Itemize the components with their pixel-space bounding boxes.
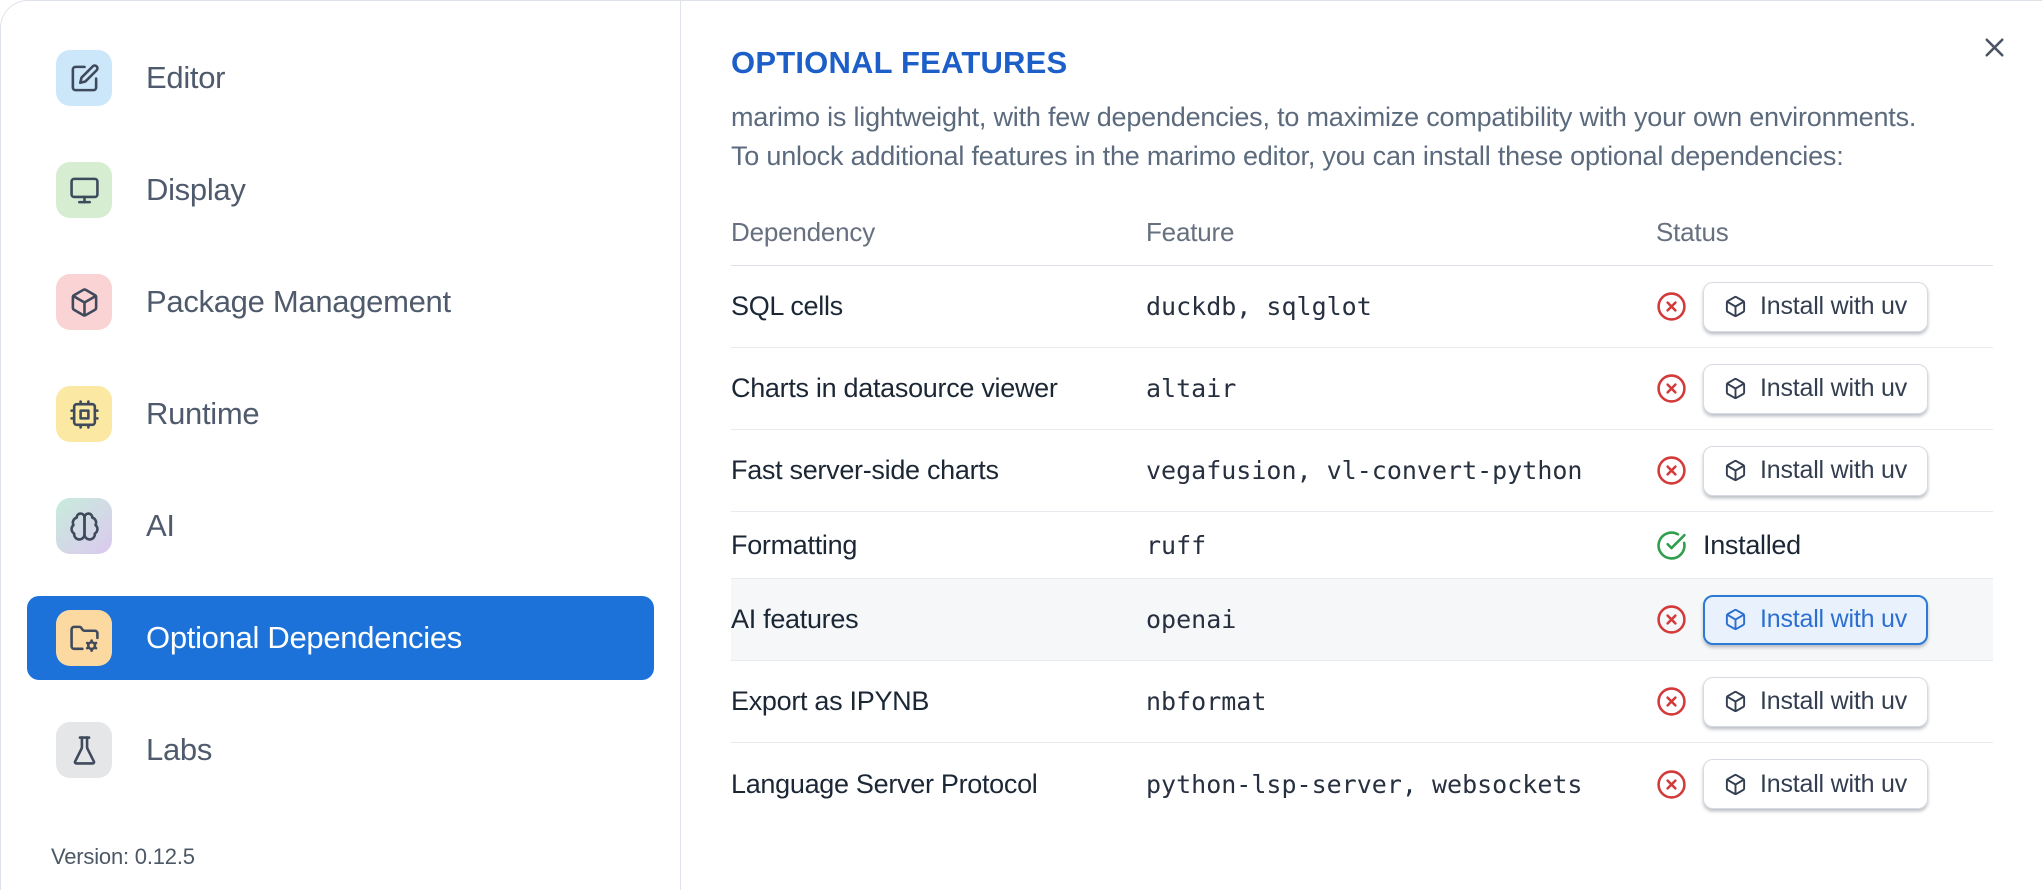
status-cell: Install with uv: [1656, 281, 1993, 332]
installed-check-icon: [1656, 530, 1687, 561]
dependency-cell: SQL cells: [731, 291, 843, 321]
table-header-row: Dependency Feature Status: [731, 200, 1993, 266]
sidebar-item-ai[interactable]: AI: [27, 484, 654, 568]
table-row: Export as IPYNB nbformat Install with uv: [731, 661, 1993, 743]
dependency-cell: Fast server-side charts: [731, 455, 999, 485]
sidebar-item-labs[interactable]: Labs: [27, 708, 654, 792]
brain-icon: [56, 498, 112, 554]
install-button-label: Install with uv: [1760, 769, 1908, 798]
status-cell: Install with uv: [1656, 594, 1993, 645]
sidebar-item-label: Display: [146, 172, 246, 207]
close-button[interactable]: [1974, 27, 2014, 67]
table-row: Charts in datasource viewer altair Install…: [731, 348, 1993, 430]
sidebar-item-label: Package Management: [146, 284, 451, 319]
not-installed-icon: [1656, 291, 1687, 322]
sidebar-item-optional-dependencies[interactable]: Optional Dependencies: [27, 596, 654, 680]
install-button-label: Install with uv: [1760, 456, 1908, 484]
cpu-icon: [56, 386, 112, 442]
dependency-cell: AI features: [731, 604, 859, 634]
optional-features-table: Dependency Feature Status SQL cells duckd…: [731, 200, 1993, 825]
install-button-label: Install with uv: [1760, 605, 1908, 633]
table-row: Fast server-side charts vegafusion, vl-co…: [731, 430, 1993, 512]
column-header-dependency: Dependency: [731, 217, 875, 247]
not-installed-icon: [1656, 686, 1687, 717]
table-body: SQL cells duckdb, sqlglot Install with uv C…: [731, 266, 1993, 825]
sidebar-item-package-management[interactable]: Package Management: [27, 260, 654, 344]
install-with-uv-button[interactable]: Install with uv: [1703, 281, 1929, 332]
dependency-cell: Export as IPYNB: [731, 686, 930, 716]
panel-description: marimo is lightweight, with few dependen…: [731, 98, 1993, 176]
package-box-icon: [1724, 690, 1747, 713]
sidebar-item-label: Labs: [146, 732, 213, 767]
install-with-uv-button[interactable]: Install with uv: [1703, 759, 1929, 809]
not-installed-icon: [1656, 455, 1687, 486]
sidebar-item-runtime[interactable]: Runtime: [27, 372, 654, 456]
package-icon: [56, 274, 112, 330]
settings-dialog: Editor Display Package Management Runtime AI…: [0, 0, 2042, 890]
not-installed-icon: [1656, 373, 1687, 404]
dependency-cell: Charts in datasource viewer: [731, 373, 1058, 403]
optional-features-panel: OPTIONAL FEATURES marimo is lightweight,…: [681, 1, 2042, 890]
status-cell: Install with uv: [1656, 676, 1993, 727]
settings-sidebar: Editor Display Package Management Runtime AI…: [1, 1, 681, 890]
sidebar-item-editor[interactable]: Editor: [27, 36, 654, 120]
sidebar-item-display[interactable]: Display: [27, 148, 654, 232]
status-cell: Install with uv: [1656, 759, 1993, 809]
package-box-icon: [1724, 773, 1747, 796]
version-label: Version: 0.12.5: [51, 844, 195, 869]
sidebar-nav: Editor Display Package Management Runtime AI…: [1, 36, 680, 792]
dependency-cell: Language Server Protocol: [731, 768, 1038, 799]
package-box-icon: [1724, 608, 1747, 631]
install-with-uv-button[interactable]: Install with uv: [1703, 363, 1929, 414]
install-with-uv-button[interactable]: Install with uv: [1703, 594, 1929, 645]
column-header-feature: Feature: [1146, 217, 1235, 247]
feature-cell: openai: [1146, 605, 1237, 634]
installed-status-label: Installed: [1703, 529, 1801, 560]
install-button-label: Install with uv: [1760, 374, 1908, 402]
table-row: AI features openai Install with uv: [731, 579, 1993, 661]
sidebar-item-label: AI: [146, 508, 175, 543]
feature-cell: vegafusion, vl-convert-python: [1146, 456, 1583, 485]
package-box-icon: [1724, 295, 1747, 318]
feature-cell: python-lsp-server, websockets: [1146, 769, 1583, 799]
package-box-icon: [1724, 459, 1747, 482]
sidebar-item-label: Optional Dependencies: [146, 620, 462, 655]
feature-cell: duckdb, sqlglot: [1146, 292, 1372, 321]
sidebar-item-label: Editor: [146, 60, 226, 95]
description-line-2: To unlock additional features in the mar…: [731, 141, 1844, 171]
folder-cog-icon: [56, 610, 112, 666]
monitor-icon: [56, 162, 112, 218]
close-icon: [1979, 32, 2010, 63]
dependency-cell: Formatting: [731, 529, 858, 560]
description-line-1: marimo is lightweight, with few dependen…: [731, 102, 1917, 132]
flask-icon: [56, 722, 112, 778]
sidebar-item-label: Runtime: [146, 396, 260, 431]
not-installed-icon: [1656, 769, 1687, 800]
status-cell: Install with uv: [1656, 445, 1993, 496]
package-box-icon: [1724, 377, 1747, 400]
install-button-label: Install with uv: [1760, 687, 1908, 715]
table-row: Formatting ruff Installed: [731, 512, 1993, 579]
status-cell: Install with uv: [1656, 363, 1993, 414]
table-row: SQL cells duckdb, sqlglot Install with uv: [731, 266, 1993, 348]
install-button-label: Install with uv: [1760, 292, 1908, 320]
table-row: Language Server Protocol python-lsp-serve…: [731, 743, 1993, 825]
feature-cell: ruff: [1146, 530, 1207, 560]
install-with-uv-button[interactable]: Install with uv: [1703, 676, 1929, 727]
edit-icon: [56, 50, 112, 106]
column-header-status: Status: [1656, 217, 1729, 247]
not-installed-icon: [1656, 604, 1687, 635]
feature-cell: nbformat: [1146, 687, 1267, 716]
page-title: OPTIONAL FEATURES: [731, 45, 1068, 80]
status-cell: Installed: [1656, 530, 1993, 561]
install-with-uv-button[interactable]: Install with uv: [1703, 445, 1929, 496]
feature-cell: altair: [1146, 374, 1237, 403]
